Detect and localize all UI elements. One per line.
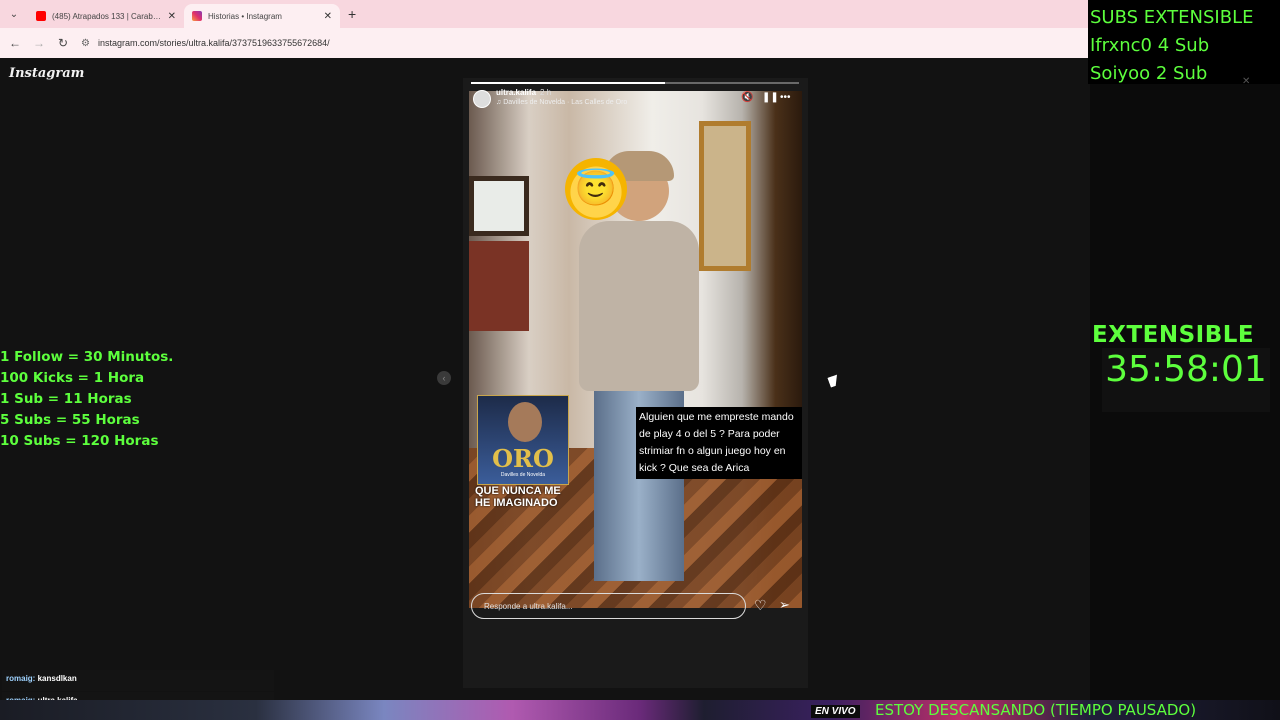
- chat-message: romaig: kansdlkan: [2, 670, 274, 691]
- reply-placeholder: Responde a ultra.kalifa...: [484, 601, 573, 611]
- story-time: 2 h: [540, 88, 552, 97]
- chair-decor: [469, 241, 529, 331]
- story-caption: Alguien que me empreste mando de play 4 …: [636, 407, 802, 479]
- chat-user: romaig:: [6, 674, 36, 683]
- previous-story-icon[interactable]: ‹: [437, 371, 451, 385]
- music-album-sticker[interactable]: ORO Davilles de Novelda: [477, 395, 569, 485]
- status-ticker: ESTOY DESCANSANDO (TIEMPO PAUSADO): [875, 701, 1197, 719]
- rule-line: 1 Follow = 30 Minutos.: [0, 349, 174, 365]
- story-username-row[interactable]: ultra.kalifa 2 h: [496, 88, 551, 97]
- music-label: Davilles de Novelda · Las Calles de Oro: [503, 99, 628, 106]
- window-decor: [469, 176, 529, 236]
- tab-title: Historias • Instagram: [208, 11, 282, 21]
- rule-line: 1 Sub = 11 Horas: [0, 391, 132, 407]
- new-tab-icon[interactable]: +: [348, 6, 356, 22]
- url-field[interactable]: ⚙ instagram.com/stories/ultra.kalifa/373…: [81, 32, 1082, 54]
- halo-emoji-sticker: 😇: [565, 158, 627, 220]
- mouse-cursor: [827, 374, 841, 388]
- tab-title: (485) Atrapados 133 | Carabine: [52, 11, 162, 21]
- back-icon[interactable]: ←: [3, 36, 27, 50]
- close-icon[interactable]: ✕: [1242, 76, 1250, 87]
- reload-icon[interactable]: ↻: [51, 36, 75, 50]
- instagram-icon: [192, 11, 202, 21]
- album-artist: Davilles de Novelda: [500, 472, 546, 478]
- send-icon[interactable]: ➢: [779, 597, 790, 613]
- rule-line: 10 Subs = 120 Horas: [0, 433, 159, 449]
- forward-icon[interactable]: →: [27, 36, 51, 50]
- rule-line: 5 Subs = 55 Horas: [0, 412, 140, 428]
- subathon-rules: 1 Follow = 30 Minutos. 100 Kicks = 1 Hor…: [0, 347, 173, 452]
- jacket: [579, 221, 699, 391]
- mute-icon[interactable]: 🔇: [741, 92, 753, 103]
- browser-tabbar: ⌄ (485) Atrapados 133 | Carabine ✕ Histo…: [0, 0, 1090, 28]
- reply-input[interactable]: Responde a ultra.kalifa...: [471, 593, 746, 619]
- live-badge: EN VIVO: [811, 705, 860, 718]
- story-music[interactable]: ♫ Davilles de Novelda · Las Calles de Or…: [496, 99, 627, 106]
- avatar[interactable]: [473, 90, 491, 108]
- subs-line: Ifrxnc0 4 Sub: [1090, 35, 1210, 56]
- story-progress: [471, 82, 799, 84]
- more-options-icon[interactable]: •••: [780, 92, 791, 103]
- site-info-icon[interactable]: ⚙: [81, 38, 90, 49]
- subs-extensible-box: SUBS EXTENSIBLE Ifrxnc0 4 Sub Soiyoo 2 S…: [1088, 0, 1280, 84]
- countdown-timer: 35:58:01: [1102, 348, 1270, 412]
- close-tab-icon[interactable]: ✕: [168, 11, 176, 22]
- screen: ⌄ (485) Atrapados 133 | Carabine ✕ Histo…: [0, 0, 1280, 720]
- album-face: [508, 402, 542, 442]
- lyric-text: QUE NUNCA ME HE IMAGINADO: [475, 485, 561, 509]
- story-username[interactable]: ultra.kalifa: [496, 88, 536, 97]
- chat-text: kansdlkan: [37, 674, 77, 683]
- tab-youtube[interactable]: (485) Atrapados 133 | Carabine ✕: [28, 4, 184, 28]
- address-bar: ← → ↻ ⚙ instagram.com/stories/ultra.kali…: [0, 28, 1090, 58]
- url-text: instagram.com/stories/ultra.kalifa/37375…: [97, 38, 330, 48]
- youtube-icon: [36, 11, 46, 21]
- close-tab-icon[interactable]: ✕: [324, 11, 332, 22]
- subs-line: Soiyoo 2 Sub: [1090, 63, 1208, 84]
- pause-icon[interactable]: ❚❚: [762, 92, 779, 103]
- album-title: ORO: [492, 444, 554, 473]
- timer-title: EXTENSIBLE: [1092, 322, 1255, 348]
- story-header: ultra.kalifa 2 h ♫ Davilles de Novelda · …: [473, 88, 803, 114]
- rule-line: 100 Kicks = 1 Hora: [0, 370, 145, 386]
- story-image: 😇 ORO Davilles de Novelda QUE NUNCA ME H…: [469, 91, 802, 608]
- heart-icon[interactable]: ♡: [754, 597, 767, 614]
- instagram-logo[interactable]: Instagram: [9, 66, 84, 81]
- tab-instagram[interactable]: Historias • Instagram ✕: [184, 4, 340, 28]
- story-progress-fill: [471, 82, 665, 84]
- tab-search-icon[interactable]: ⌄: [0, 0, 28, 28]
- subs-line: SUBS EXTENSIBLE: [1090, 7, 1254, 28]
